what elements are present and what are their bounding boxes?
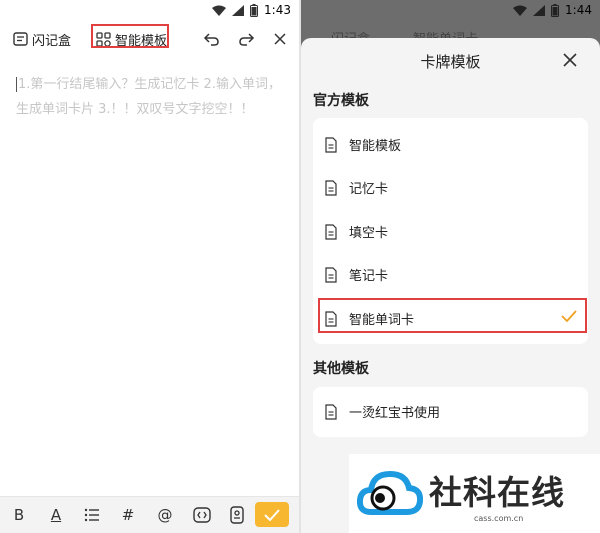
document-icon	[325, 223, 337, 240]
watermark: 社科在线 cass.com.cn	[349, 454, 600, 533]
cloud-logo-icon	[357, 470, 423, 515]
check-icon	[264, 508, 280, 521]
template-item-label: 智能模板	[349, 139, 402, 154]
status-bar-right: 1:44	[301, 0, 600, 22]
deck-icon	[13, 32, 28, 46]
list-icon[interactable]	[82, 505, 102, 525]
wifi-icon	[212, 5, 227, 16]
sticker-icon[interactable]	[227, 505, 247, 525]
text-cursor	[16, 77, 17, 92]
format-toolbar: B A # @	[0, 496, 299, 533]
mention-button[interactable]: @	[155, 505, 175, 525]
template-item-label: 记忆卡	[349, 182, 389, 197]
confirm-button[interactable]	[255, 502, 289, 527]
template-item-note[interactable]: 笔记卡	[313, 253, 588, 296]
template-item-label: 一烫红宝书使用	[349, 406, 441, 421]
checkmark-icon	[561, 310, 577, 322]
redo-icon[interactable]	[237, 30, 255, 48]
text-color-button[interactable]: A	[46, 505, 66, 525]
official-section-label: 官方模板	[313, 93, 369, 109]
document-icon	[325, 136, 337, 153]
template-item-smart[interactable]: 智能模板	[313, 123, 588, 166]
watermark-url: cass.com.cn	[474, 514, 524, 523]
status-time: 1:44	[565, 3, 592, 17]
watermark-brand: 社科在线	[429, 473, 565, 512]
deck-label: 闪记盒	[32, 34, 72, 49]
template-item-label: 笔记卡	[349, 269, 389, 284]
status-bar: 1:43	[0, 0, 299, 22]
document-icon	[325, 266, 337, 283]
status-time: 1:43	[264, 3, 291, 17]
bold-button[interactable]: B	[9, 505, 29, 525]
card-editor[interactable]: 1.第一行结尾输入？生成记忆卡 2.输入单词，生成单词卡片 3.！！双叹号文字挖…	[16, 72, 286, 122]
undo-icon[interactable]	[203, 30, 221, 48]
template-item-memory[interactable]: 记忆卡	[313, 166, 588, 209]
signal-icon	[232, 4, 245, 16]
editor-screen: 1:43 闪记盒 智能模板 1.第一行结尾输入？生成记忆卡 2.输入单词，生成单…	[0, 0, 299, 533]
deck-selector[interactable]: 闪记盒	[13, 30, 71, 49]
hashtag-button[interactable]: #	[118, 505, 138, 525]
document-icon	[325, 179, 337, 196]
wifi-icon	[513, 5, 528, 16]
other-template-list: 一烫红宝书使用	[313, 387, 588, 437]
editor-placeholder: 1.第一行结尾输入？生成记忆卡 2.输入单词，生成单词卡片 3.！！双叹号文字挖…	[16, 77, 281, 117]
signal-icon	[533, 4, 546, 16]
template-highlight-box	[91, 24, 169, 48]
selected-template-highlight	[318, 298, 587, 333]
template-item-label: 填空卡	[349, 226, 389, 241]
battery-icon	[250, 3, 259, 17]
document-icon	[325, 403, 337, 420]
template-item-cloze[interactable]: 填空卡	[313, 210, 588, 253]
close-icon[interactable]	[271, 30, 289, 48]
cloze-icon[interactable]	[192, 505, 212, 525]
sheet-title: 卡牌模板	[420, 53, 481, 71]
other-section-label: 其他模板	[313, 361, 369, 377]
battery-icon	[551, 3, 560, 17]
close-icon[interactable]	[562, 52, 578, 68]
template-item-custom[interactable]: 一烫红宝书使用	[313, 390, 588, 433]
